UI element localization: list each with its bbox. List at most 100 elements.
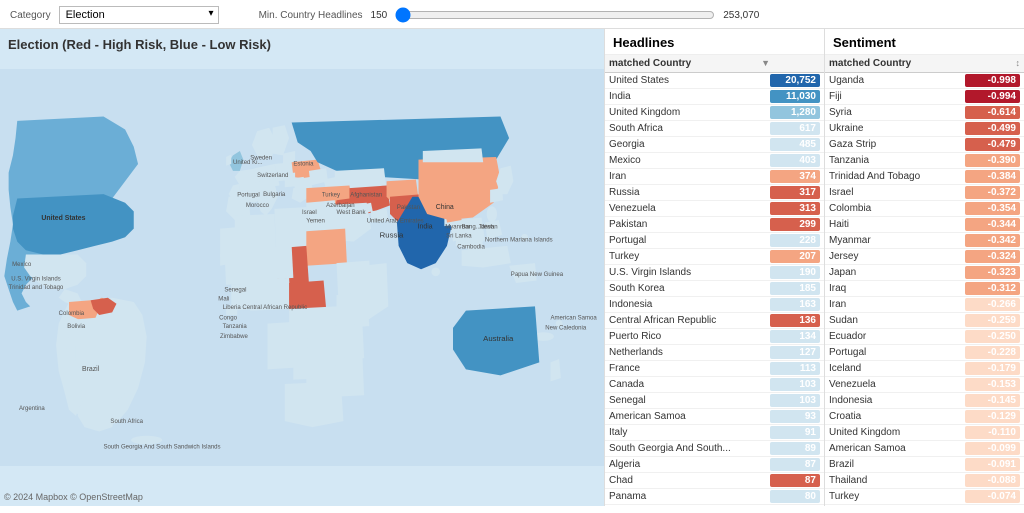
sent-country-cell: Haiti — [829, 219, 965, 230]
sentiment-row: Turkey -0.074 — [825, 489, 1024, 505]
country-cell: South Korea — [609, 283, 770, 294]
svg-text:Bolivia: Bolivia — [67, 324, 85, 330]
sentiment-row: Trinidad And Tobago -0.384 — [825, 169, 1024, 185]
table-row: Netherlands 127 — [605, 345, 824, 361]
value-cell: 317 — [770, 186, 820, 199]
map-credit: © 2024 Mapbox © OpenStreetMap — [4, 492, 143, 502]
country-cell: American Samoa — [609, 411, 770, 422]
svg-text:Liberia Central African Republ: Liberia Central African Republic — [223, 305, 307, 311]
value-cell: 228 — [770, 234, 820, 247]
value-cell: 163 — [770, 298, 820, 311]
country-cell: Algeria — [609, 459, 770, 470]
slider-min-value: 150 — [371, 10, 388, 21]
svg-text:Switzerland: Switzerland — [257, 173, 288, 179]
value-cell: 87 — [770, 458, 820, 471]
value-cell: 136 — [770, 314, 820, 327]
sent-value-cell: -0.099 — [965, 442, 1020, 455]
sentiment-row: Myanmar -0.342 — [825, 233, 1024, 249]
sent-country-cell: Thailand — [829, 475, 965, 486]
table-row: Ireland 68 — [605, 505, 824, 506]
sent-country-cell: Myanmar — [829, 235, 965, 246]
sentiment-row: Jersey -0.324 — [825, 249, 1024, 265]
sent-country-cell: Sudan — [829, 315, 965, 326]
svg-text:Bulgaria: Bulgaria — [263, 192, 286, 198]
sentiment-row: American Samoa -0.099 — [825, 441, 1024, 457]
category-dropdown[interactable]: Election — [59, 6, 219, 24]
sentiment-panel: Sentiment matched Country ↕ Uganda -0.99… — [824, 29, 1024, 506]
svg-text:Argentina: Argentina — [19, 406, 45, 412]
sentiment-row: Fiji -0.994 — [825, 89, 1024, 105]
value-cell: 485 — [770, 138, 820, 151]
value-cell: 89 — [770, 442, 820, 455]
sent-value-cell: -0.153 — [965, 378, 1020, 391]
svg-text:Israel: Israel — [302, 210, 317, 216]
country-cell: Georgia — [609, 139, 770, 150]
svg-text:Brazil: Brazil — [82, 366, 100, 373]
table-row: Canada 103 — [605, 377, 824, 393]
table-row: Puerto Rico 134 — [605, 329, 824, 345]
svg-text:American Samoa: American Samoa — [551, 315, 598, 321]
value-cell: 403 — [770, 154, 820, 167]
sent-value-cell: -0.179 — [965, 362, 1020, 375]
sentiment-row: Iceland -0.179 — [825, 361, 1024, 377]
svg-text:Papua New Guinea: Papua New Guinea — [511, 272, 564, 278]
svg-text:New Caledonia: New Caledonia — [545, 326, 587, 332]
value-cell: 127 — [770, 346, 820, 359]
sentiment-sort-icon[interactable]: ↕ — [1012, 58, 1021, 69]
sent-country-cell: Iceland — [829, 363, 965, 374]
sent-value-cell: -0.354 — [965, 202, 1020, 215]
table-row: India 11,030 — [605, 89, 824, 105]
sent-value-cell: -0.342 — [965, 234, 1020, 247]
sent-value-cell: -0.250 — [965, 330, 1020, 343]
value-cell: 190 — [770, 266, 820, 279]
country-cell: Central African Republic — [609, 315, 770, 326]
value-cell: 617 — [770, 122, 820, 135]
svg-text:Australia: Australia — [483, 334, 514, 343]
value-cell: 374 — [770, 170, 820, 183]
headlines-slider[interactable] — [395, 7, 715, 23]
map-area: Election (Red - High Risk, Blue - Low Ri… — [0, 29, 604, 506]
svg-text:Tanzania: Tanzania — [223, 324, 248, 330]
headlines-table-body: United States 20,752 India 11,030 United… — [605, 73, 824, 506]
sentiment-row: Thailand -0.088 — [825, 473, 1024, 489]
svg-text:Morocco: Morocco — [246, 203, 270, 209]
sentiment-row: Haiti -0.344 — [825, 217, 1024, 233]
headlines-filter-icon[interactable]: ▼ — [757, 58, 770, 69]
sent-country-cell: Iran — [829, 299, 965, 310]
sentiment-row: South Africa -0.065 — [825, 505, 1024, 506]
value-cell: 1,280 — [770, 106, 820, 119]
category-dropdown-wrap[interactable]: Election — [59, 6, 219, 24]
sent-country-cell: Uganda — [829, 75, 965, 86]
sentiment-title: Sentiment — [825, 29, 1024, 55]
country-cell: United States — [609, 75, 770, 86]
sent-value-cell: -0.266 — [965, 298, 1020, 311]
svg-text:United Arab Emirates: United Arab Emirates — [367, 219, 424, 225]
sentiment-row: Syria -0.614 — [825, 105, 1024, 121]
svg-text:Northern Mariana Islands: Northern Mariana Islands — [485, 238, 553, 244]
value-cell: 11,030 — [770, 90, 820, 103]
sent-country-cell: Tanzania — [829, 155, 965, 166]
svg-text:United States: United States — [41, 215, 85, 222]
sent-country-cell: Turkey — [829, 491, 965, 502]
main-content: Election (Red - High Risk, Blue - Low Ri… — [0, 29, 1024, 506]
slider-label: Min. Country Headlines — [259, 10, 363, 21]
svg-text:Trinidad and Tobago: Trinidad and Tobago — [9, 285, 64, 291]
svg-text:China: China — [436, 204, 454, 211]
svg-text:U.S. Virgin Islands: U.S. Virgin Islands — [11, 276, 61, 282]
sentiment-row: Israel -0.372 — [825, 185, 1024, 201]
table-row: Italy 91 — [605, 425, 824, 441]
sent-country-cell: Syria — [829, 107, 965, 118]
value-cell: 87 — [770, 474, 820, 487]
sent-country-cell: Indonesia — [829, 395, 965, 406]
sentiment-row: Uganda -0.998 — [825, 73, 1024, 89]
sent-country-cell: Jersey — [829, 251, 965, 262]
country-cell: Turkey — [609, 251, 770, 262]
table-row: Russia 317 — [605, 185, 824, 201]
table-row: Venezuela 313 — [605, 201, 824, 217]
svg-text:United Ki...: United Ki... — [233, 160, 263, 166]
table-row: South Africa 617 — [605, 121, 824, 137]
headlines-col-value — [770, 58, 820, 69]
sent-value-cell: -0.228 — [965, 346, 1020, 359]
svg-text:Portugal: Portugal — [237, 193, 259, 199]
country-cell: Pakistan — [609, 219, 770, 230]
